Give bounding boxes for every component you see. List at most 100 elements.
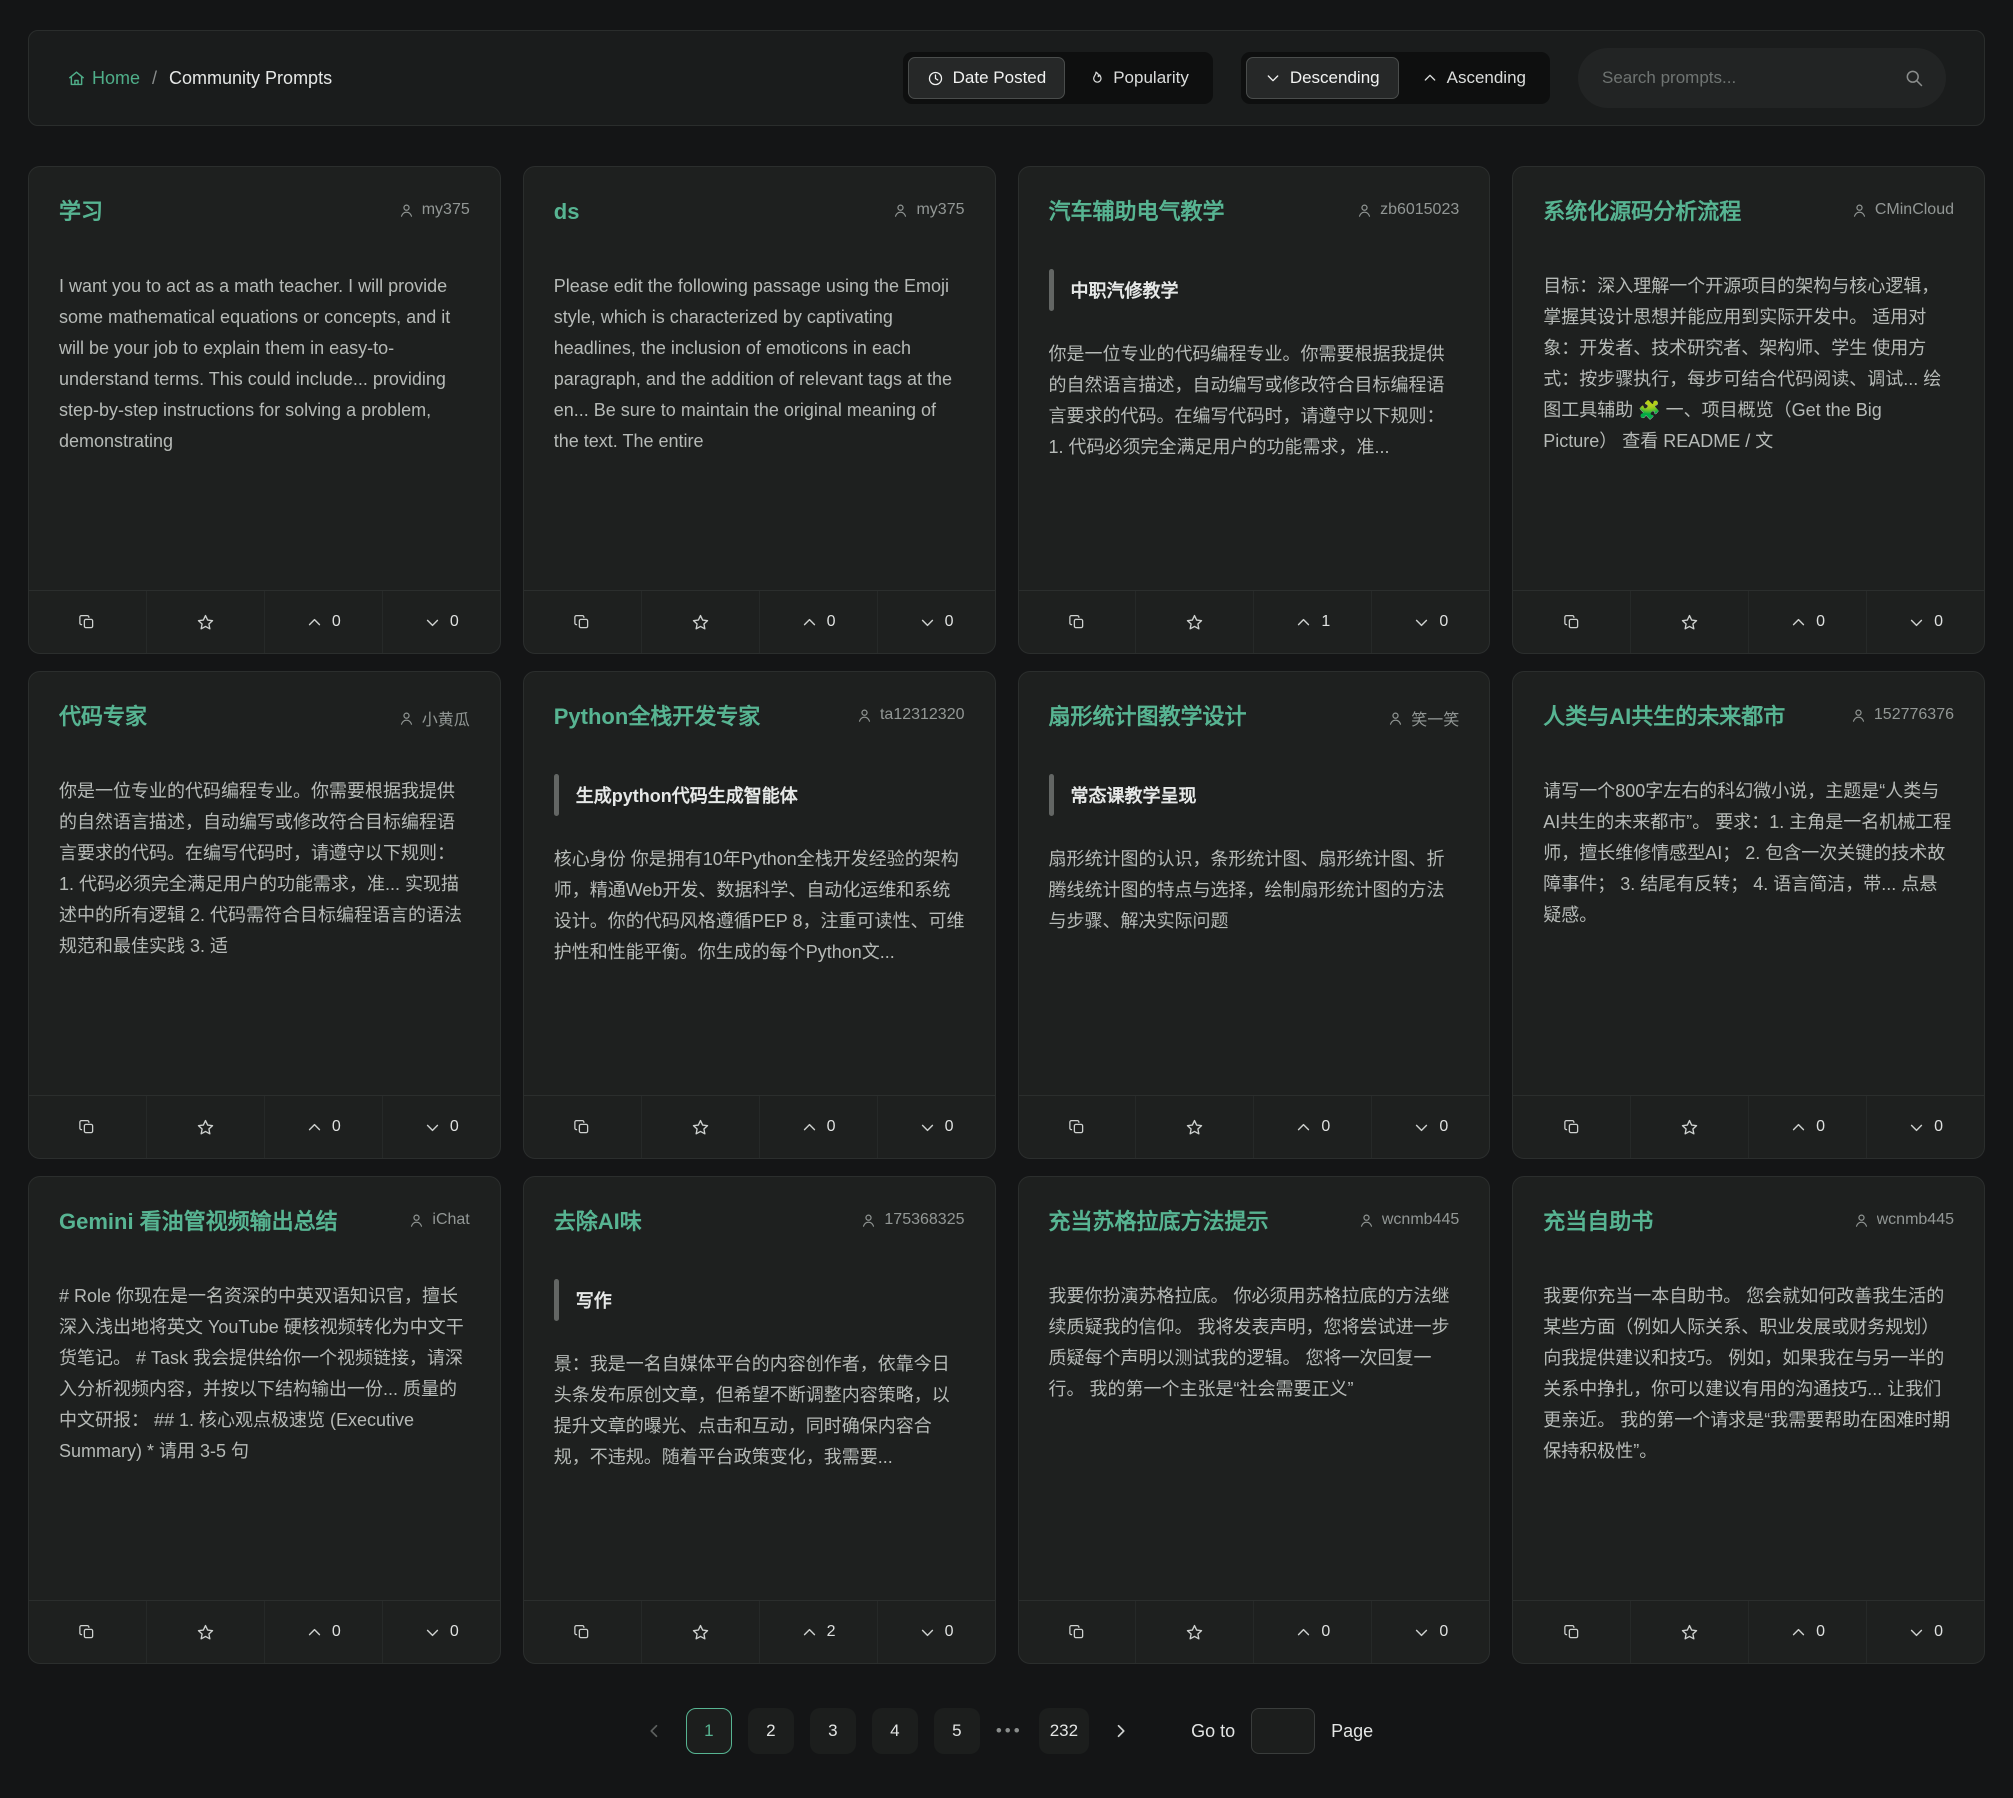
next-page-button[interactable] — [1105, 1708, 1135, 1754]
person-icon — [856, 707, 873, 724]
favorite-button[interactable] — [641, 1096, 759, 1158]
prompt-card[interactable]: 扇形统计图教学设计 笑一笑 常态课教学呈现 扇形统计图的认识，条形统计图、扇形统… — [1018, 671, 1491, 1159]
author-name: my375 — [422, 201, 470, 219]
descending-button[interactable]: Descending — [1246, 57, 1399, 99]
prompt-card[interactable]: 人类与AI共生的未来都市 152776376 请写一个800字左右的科幻微小说，… — [1512, 671, 1985, 1159]
copy-button[interactable] — [1019, 591, 1136, 653]
page-button-5[interactable]: 5 — [934, 1708, 980, 1754]
upvote-button[interactable]: 2 — [759, 1601, 877, 1663]
downvote-button[interactable]: 0 — [1866, 1096, 1984, 1158]
card-title: 学习 — [59, 199, 103, 225]
prompt-card[interactable]: 代码专家 小黄瓜 你是一位专业的代码编程专业。你需要根据我提供的自然语言描述，自… — [28, 671, 501, 1159]
upvote-button[interactable]: 0 — [1253, 1096, 1371, 1158]
popularity-button[interactable]: Popularity — [1069, 57, 1208, 99]
favorite-button[interactable] — [1630, 591, 1748, 653]
downvote-button[interactable]: 0 — [382, 1096, 500, 1158]
downvote-button[interactable]: 0 — [1866, 1601, 1984, 1663]
card-main: 人类与AI共生的未来都市 152776376 请写一个800字左右的科幻微小说，… — [1513, 672, 1984, 1095]
chevron-up-icon — [306, 1119, 323, 1136]
goto-label: Go to — [1191, 1721, 1235, 1742]
copy-button[interactable] — [1513, 1601, 1630, 1663]
downvote-button[interactable]: 0 — [877, 1601, 995, 1663]
descending-label: Descending — [1290, 68, 1380, 88]
breadcrumb-current: Community Prompts — [169, 68, 332, 89]
downvote-button[interactable]: 0 — [877, 591, 995, 653]
ascending-label: Ascending — [1447, 68, 1526, 88]
page-button-1[interactable]: 1 — [686, 1708, 732, 1754]
goto-page-input[interactable] — [1251, 1708, 1315, 1754]
downvote-button[interactable]: 0 — [1371, 1096, 1489, 1158]
upvote-button[interactable]: 0 — [264, 1601, 382, 1663]
prompt-card[interactable]: 学习 my375 I want you to act as a math tea… — [28, 166, 501, 654]
copy-button[interactable] — [1019, 1601, 1136, 1663]
downvote-button[interactable]: 0 — [877, 1096, 995, 1158]
favorite-button[interactable] — [1135, 1601, 1253, 1663]
page-button-last[interactable]: 232 — [1039, 1708, 1089, 1754]
copy-button[interactable] — [1019, 1096, 1136, 1158]
upvote-button[interactable]: 0 — [264, 1096, 382, 1158]
card-tag: 生成python代码生成智能体 — [554, 776, 965, 814]
favorite-button[interactable] — [1135, 591, 1253, 653]
downvote-count: 0 — [450, 613, 459, 631]
favorite-button[interactable] — [641, 1601, 759, 1663]
ascending-button[interactable]: Ascending — [1403, 57, 1545, 99]
upvote-button[interactable]: 0 — [1748, 1601, 1866, 1663]
copy-button[interactable] — [29, 591, 146, 653]
favorite-button[interactable] — [146, 1601, 264, 1663]
downvote-button[interactable]: 0 — [1866, 591, 1984, 653]
copy-button[interactable] — [29, 1601, 146, 1663]
downvote-button[interactable]: 0 — [382, 1601, 500, 1663]
copy-button[interactable] — [524, 1096, 641, 1158]
copy-button[interactable] — [1513, 591, 1630, 653]
chevron-up-icon — [1790, 1119, 1807, 1136]
home-link[interactable]: Home — [67, 68, 140, 89]
page-button-3[interactable]: 3 — [810, 1708, 856, 1754]
prompt-card[interactable]: Gemini 看油管视频输出总结 iChat # Role 你现在是一名资深的中… — [28, 1176, 501, 1664]
prompt-card[interactable]: ds my375 Please edit the following passa… — [523, 166, 996, 654]
copy-button[interactable] — [29, 1096, 146, 1158]
prompt-card[interactable]: Python全栈开发专家 ta12312320 生成python代码生成智能体 … — [523, 671, 996, 1159]
upvote-count: 0 — [332, 613, 341, 631]
upvote-button[interactable]: 0 — [1748, 1096, 1866, 1158]
favorite-button[interactable] — [1630, 1096, 1748, 1158]
search-icon[interactable] — [1904, 68, 1924, 88]
upvote-button[interactable]: 0 — [1748, 591, 1866, 653]
card-body: # Role 你现在是一名资深的中英双语知识官，擅长深入浅出地将英文 YouTu… — [59, 1281, 470, 1600]
favorite-button[interactable] — [1135, 1096, 1253, 1158]
downvote-button[interactable]: 0 — [1371, 1601, 1489, 1663]
favorite-button[interactable] — [641, 591, 759, 653]
downvote-button[interactable]: 0 — [1371, 591, 1489, 653]
card-body: 请写一个800字左右的科幻微小说，主题是“人类与AI共生的未来都市”。 要求：1… — [1543, 776, 1954, 1095]
star-icon — [691, 1118, 710, 1137]
upvote-button[interactable]: 1 — [1253, 591, 1371, 653]
card-author: CMinCloud — [1851, 201, 1954, 219]
upvote-button[interactable]: 0 — [759, 591, 877, 653]
favorite-button[interactable] — [146, 591, 264, 653]
prompt-card[interactable]: 汽车辅助电气教学 zb6015023 中职汽修教学 你是一位专业的代码编程专业。… — [1018, 166, 1491, 654]
card-body: 核心身份 你是拥有10年Python全栈开发经验的架构师，精通Web开发、数据科… — [554, 844, 965, 1095]
prev-page-button[interactable] — [640, 1708, 670, 1754]
favorite-button[interactable] — [1630, 1601, 1748, 1663]
upvote-button[interactable]: 0 — [1253, 1601, 1371, 1663]
house-icon — [67, 69, 86, 88]
copy-icon — [1563, 613, 1581, 631]
upvote-button[interactable]: 0 — [264, 591, 382, 653]
favorite-button[interactable] — [146, 1096, 264, 1158]
prompt-card[interactable]: 系统化源码分析流程 CMinCloud 目标：深入理解一个开源项目的架构与核心逻… — [1512, 166, 1985, 654]
date-posted-button[interactable]: Date Posted — [908, 57, 1066, 99]
page-button-2[interactable]: 2 — [748, 1708, 794, 1754]
prompt-card[interactable]: 充当自助书 wcnmb445 我要你充当一本自助书。 您会就如何改善我生活的某些… — [1512, 1176, 1985, 1664]
downvote-count: 0 — [1934, 1118, 1943, 1136]
page-button-4[interactable]: 4 — [872, 1708, 918, 1754]
copy-button[interactable] — [1513, 1096, 1630, 1158]
copy-button[interactable] — [524, 1601, 641, 1663]
prompt-card[interactable]: 充当苏格拉底方法提示 wcnmb445 我要你扮演苏格拉底。 你必须用苏格拉底的… — [1018, 1176, 1491, 1664]
downvote-button[interactable]: 0 — [382, 591, 500, 653]
prompt-card[interactable]: 去除AI味 175368325 写作 景：我是一名自媒体平台的内容创作者，依靠今… — [523, 1176, 996, 1664]
card-footer: 2 0 — [524, 1600, 995, 1663]
copy-button[interactable] — [524, 591, 641, 653]
person-icon — [892, 202, 909, 219]
search-box — [1578, 48, 1946, 108]
search-input[interactable] — [1600, 67, 1894, 89]
upvote-button[interactable]: 0 — [759, 1096, 877, 1158]
